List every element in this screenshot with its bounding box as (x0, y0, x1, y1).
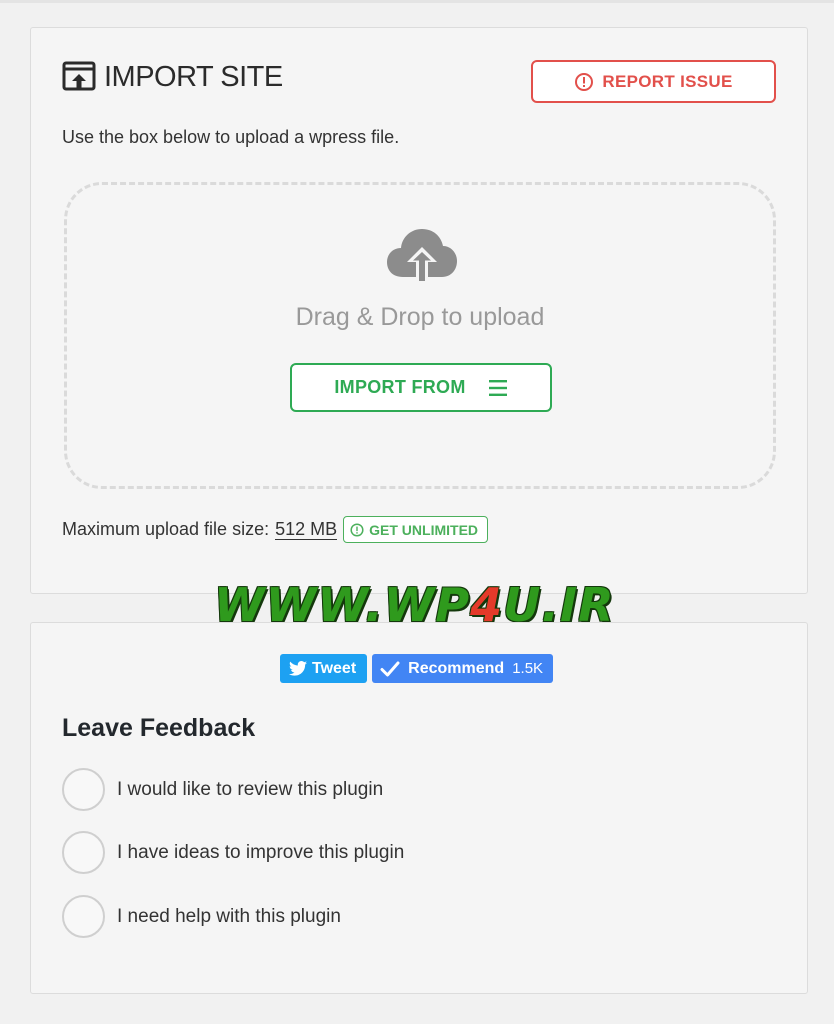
feedback-option-ideas[interactable]: I have ideas to improve this plugin (62, 831, 404, 874)
cloud-upload-icon (385, 225, 459, 287)
exclamation-circle-icon (350, 522, 364, 537)
recommend-count: 1.5K (512, 660, 544, 677)
max-upload-row: Maximum upload file size: 512 MB GET UNL… (62, 516, 489, 543)
feedback-option-label: I would like to review this plugin (117, 778, 384, 800)
social-buttons: Tweet Recommend 1.5K (280, 654, 554, 683)
feedback-title: Leave Feedback (62, 714, 256, 742)
feedback-radio-ideas[interactable] (62, 831, 105, 874)
max-size-label: Maximum upload file size: (62, 519, 270, 539)
recommend-label: Recommend (408, 659, 505, 677)
upload-dropzone[interactable]: Drag & Drop to upload IMPORT FROM (64, 182, 776, 489)
import-site-panel: IMPORT SITE REPORT ISSUE Use the box bel… (30, 27, 808, 594)
feedback-option-help[interactable]: I need help with this plugin (62, 895, 341, 938)
feedback-option-label: I need help with this plugin (117, 905, 341, 927)
twitter-bird-icon (289, 661, 307, 676)
import-title-row: IMPORT SITE (62, 60, 283, 94)
dropzone-text: Drag & Drop to upload (295, 303, 545, 331)
feedback-radio-help[interactable] (62, 895, 105, 938)
get-unlimited-label: GET UNLIMITED (369, 521, 479, 538)
feedback-option-label: I have ideas to improve this plugin (117, 841, 405, 863)
import-from-button[interactable]: IMPORT FROM (290, 363, 552, 412)
report-issue-label: REPORT ISSUE (602, 71, 733, 91)
page-title: IMPORT SITE (104, 60, 283, 93)
recommend-button[interactable]: Recommend 1.5K (372, 654, 554, 683)
max-size-value: 512 MB (275, 519, 338, 540)
upload-instructions: Use the box below to upload a wpress fil… (62, 127, 400, 147)
tweet-button[interactable]: Tweet (280, 654, 368, 683)
feedback-option-review[interactable]: I would like to review this plugin (62, 768, 383, 811)
feedback-radio-review[interactable] (62, 768, 105, 811)
checkmark-icon (380, 660, 400, 678)
top-edge (0, 0, 834, 3)
exclamation-circle-icon (574, 72, 594, 92)
hamburger-menu-icon (488, 379, 508, 396)
tweet-label: Tweet (312, 659, 357, 677)
import-screen-icon (62, 60, 96, 94)
report-issue-button[interactable]: REPORT ISSUE (531, 60, 776, 103)
import-from-label: IMPORT FROM (334, 377, 466, 397)
get-unlimited-link[interactable]: GET UNLIMITED (343, 516, 489, 543)
feedback-panel: Tweet Recommend 1.5K Leave Feedback I wo… (30, 622, 808, 994)
